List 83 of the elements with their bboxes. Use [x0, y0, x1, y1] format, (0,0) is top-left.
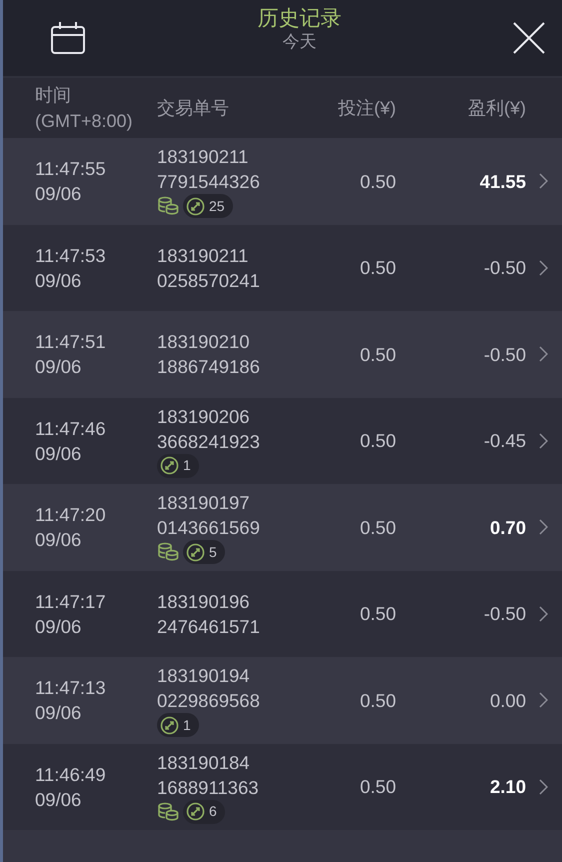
date-text: 09/06: [35, 182, 82, 206]
date-text: 09/06: [35, 788, 82, 812]
date-text: 09/06: [35, 268, 82, 293]
chevron-right-icon: [539, 519, 548, 536]
date-text: 09/06: [35, 355, 82, 380]
time-text: 11:47:51: [35, 330, 107, 354]
stake-amount: 0.50: [358, 170, 396, 194]
time-text: 11:47:53: [35, 244, 107, 268]
order-number: 2476461571: [157, 614, 261, 639]
spin-count-icon: [160, 456, 179, 476]
column-header: 盈利(¥): [467, 97, 526, 120]
date-text: 09/06: [35, 614, 82, 639]
date-text: 09/06: [35, 528, 82, 552]
stake-amount: 0.50: [358, 256, 396, 280]
history-row[interactable]: 11:47:46 09/06 183190206 3668241923 1 0.50 -0.45: [3, 398, 562, 484]
profit-amount: -0.50: [482, 602, 526, 626]
history-row[interactable]: 11:47:20 09/06 183190197 0143661569 5 0.50 0.70: [3, 484, 562, 570]
stake-amount: 0.50: [358, 775, 396, 800]
stake-amount: 0.50: [358, 602, 396, 626]
time-text: 11:46:49: [35, 762, 107, 787]
close-icon[interactable]: [512, 21, 546, 55]
time-text: 11:47:55: [35, 157, 107, 182]
chevron-right-icon: [539, 346, 548, 362]
order-number: 7791544326: [157, 170, 261, 194]
order-number: 3668241923: [157, 430, 261, 454]
history-row[interactable]: 11:47:53 09/06 183190211 0258570241 0.50 -0.50: [3, 224, 562, 311]
order-number: 183190197: [157, 491, 251, 516]
profit-amount: -0.50: [482, 342, 526, 367]
spin-count: 25: [209, 196, 225, 216]
history-row[interactable]: 11:46:49 09/06 183190184 1688911363 6 0.50 2.10: [3, 744, 562, 830]
order-number: 183190211: [157, 244, 250, 268]
spin-count: 6: [209, 802, 217, 822]
timezone-label: (GMT+8:00): [35, 110, 134, 133]
order-number: 0229869568: [157, 689, 261, 714]
spin-count-icon: [186, 542, 205, 562]
chevron-right-icon: [539, 432, 548, 449]
profit-amount: 41.55: [478, 170, 526, 194]
order-number: 0143661569: [157, 516, 261, 540]
stake-amount: 0.50: [358, 516, 396, 540]
profit-amount: -0.50: [482, 256, 526, 280]
order-number: 0258570241: [157, 268, 261, 293]
time-text: 11:47:20: [35, 503, 107, 528]
order-number: 1688911363: [157, 776, 260, 800]
calendar-icon[interactable]: [49, 21, 87, 55]
column-header: 交易单号: [157, 97, 230, 120]
spin-count: 1: [183, 456, 191, 476]
stake-amount: 0.50: [358, 342, 396, 367]
time-text: 11:47:13: [35, 676, 107, 700]
profit-amount: 0.70: [488, 516, 526, 540]
stake-amount: 0.50: [358, 429, 396, 454]
history-row[interactable]: 11:47:55 09/06 183190211 7791544326 25 0.50 41.55: [3, 138, 562, 224]
stake-amount: 0.50: [358, 688, 396, 713]
history-row[interactable]: 11:47:17 09/06 183190196 2476461571 0.50 -0.50: [3, 570, 562, 657]
spin-count-icon: [186, 196, 205, 216]
spin-count-icon: [186, 802, 205, 822]
spin-count: 1: [183, 716, 191, 735]
order-number: 183190184: [157, 750, 251, 775]
column-header: 时间: [35, 84, 72, 107]
date-filter-label: 今天: [282, 32, 316, 52]
profit-amount: 0.00: [488, 688, 526, 713]
chevron-right-icon: [539, 260, 548, 276]
profit-amount: -0.45: [482, 429, 526, 454]
chevron-right-icon: [539, 692, 548, 708]
date-text: 09/06: [35, 701, 82, 726]
order-number: 183190206: [157, 404, 251, 429]
profit-amount: 2.10: [488, 775, 526, 800]
page-title: 历史记录: [258, 6, 342, 32]
time-text: 11:47:46: [35, 416, 107, 441]
spin-count-icon: [160, 716, 179, 735]
chevron-right-icon: [539, 778, 548, 795]
order-number: 183190211: [157, 145, 250, 170]
spin-count: 5: [209, 542, 217, 562]
order-number: 183190210: [157, 330, 251, 354]
chevron-right-icon: [539, 606, 548, 622]
date-text: 09/06: [35, 442, 82, 466]
order-number: 183190196: [157, 590, 251, 614]
chevron-right-icon: [539, 173, 548, 190]
order-number: 183190194: [157, 664, 251, 688]
time-text: 11:47:17: [35, 590, 107, 614]
history-row[interactable]: 11:47:51 09/06 183190210 1886749186 0.50 -0.50: [3, 311, 562, 398]
column-header: 投注(¥): [337, 97, 396, 120]
history-row[interactable]: 11:47:13 09/06 183190194 0229869568 1 0.50 0.00: [3, 657, 562, 744]
order-number: 1886749186: [157, 355, 261, 380]
